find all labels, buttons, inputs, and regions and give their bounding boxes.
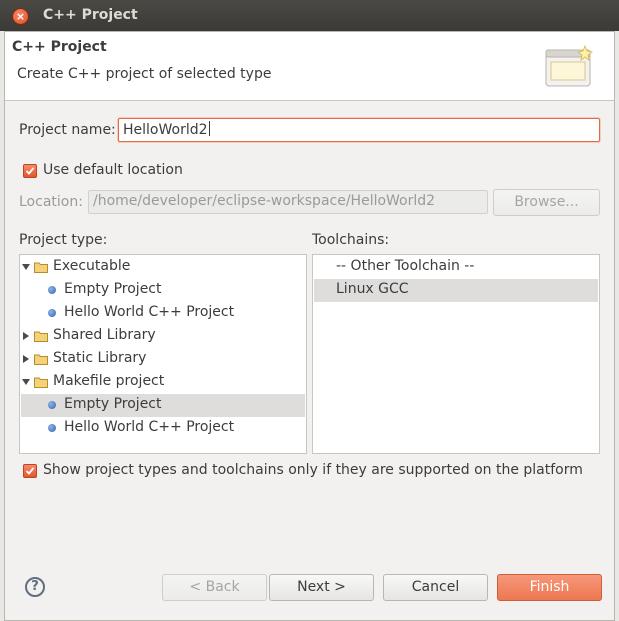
show-supported-only-label: Show project types and toolchains only i… xyxy=(43,462,583,478)
tree-item-makefile-project[interactable]: Makefile project xyxy=(21,371,305,394)
expanded-arrow-icon[interactable] xyxy=(22,379,30,385)
tree-item-hello-world[interactable]: Hello World C++ Project xyxy=(21,302,305,325)
project-name-input[interactable]: HelloWorld2 xyxy=(118,118,600,142)
folder-icon xyxy=(34,331,48,342)
toolchains-label: Toolchains: xyxy=(312,232,390,248)
tree-item-executable[interactable]: Executable xyxy=(21,256,305,279)
expanded-arrow-icon[interactable] xyxy=(22,264,30,270)
wizard-banner-icon xyxy=(545,44,593,87)
project-type-icon xyxy=(48,424,56,432)
finish-button[interactable]: Finish xyxy=(497,574,602,601)
browse-button[interactable]: Browse... xyxy=(493,189,600,216)
project-type-icon xyxy=(48,401,56,409)
project-type-icon xyxy=(48,286,56,294)
wizard-description: Create C++ project of selected type xyxy=(17,66,272,82)
location-input[interactable]: /home/developer/eclipse-workspace/HelloW… xyxy=(88,190,488,214)
window-titlebar: × C++ Project xyxy=(0,0,619,31)
tree-item-shared-library[interactable]: Shared Library xyxy=(21,325,305,348)
wizard-title: C++ Project xyxy=(12,39,107,55)
checkmark-icon xyxy=(25,467,35,475)
project-type-tree[interactable]: Executable Empty Project Hello World C++… xyxy=(19,254,307,454)
toolchain-item-other[interactable]: -- Other Toolchain -- xyxy=(314,256,598,279)
folder-icon xyxy=(34,377,48,388)
project-name-value: HelloWorld2 xyxy=(123,122,208,138)
back-button[interactable]: < Back xyxy=(162,574,267,601)
folder-icon xyxy=(34,354,48,365)
next-button[interactable]: Next > xyxy=(269,574,374,601)
window-title: C++ Project xyxy=(43,7,138,23)
project-type-label: Project type: xyxy=(19,232,108,248)
use-default-location-label: Use default location xyxy=(43,162,183,178)
show-supported-only-checkbox[interactable] xyxy=(23,464,37,478)
tree-item-empty-project[interactable]: Empty Project xyxy=(21,279,305,302)
tree-item-static-library[interactable]: Static Library xyxy=(21,348,305,371)
collapsed-arrow-icon[interactable] xyxy=(23,355,29,363)
text-caret xyxy=(208,121,210,136)
folder-icon xyxy=(34,262,48,273)
close-icon[interactable]: × xyxy=(12,8,29,25)
dialog-window: C++ Project Create C++ project of select… xyxy=(4,31,615,621)
wizard-header: C++ Project Create C++ project of select… xyxy=(5,32,614,101)
collapsed-arrow-icon[interactable] xyxy=(23,332,29,340)
tree-item-makefile-hello-world[interactable]: Hello World C++ Project xyxy=(21,417,305,440)
tree-item-makefile-empty-project[interactable]: Empty Project xyxy=(21,394,305,417)
toolchains-list[interactable]: -- Other Toolchain -- Linux GCC xyxy=(312,254,600,454)
location-value: /home/developer/eclipse-workspace/HelloW… xyxy=(93,193,436,209)
checkmark-icon xyxy=(25,167,35,175)
use-default-location-checkbox[interactable] xyxy=(23,164,37,178)
help-icon[interactable]: ? xyxy=(25,577,45,597)
toolchain-item-linux-gcc[interactable]: Linux GCC xyxy=(314,279,598,302)
project-name-label: Project name: xyxy=(19,122,116,138)
location-label: Location: xyxy=(19,194,83,210)
cancel-button[interactable]: Cancel xyxy=(383,574,488,601)
project-type-icon xyxy=(48,309,56,317)
